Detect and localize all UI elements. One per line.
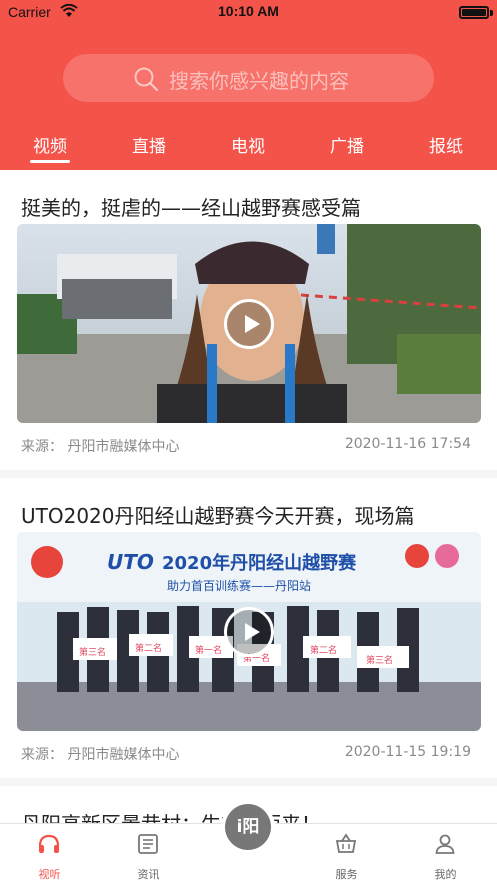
status-bar: Carrier 10:10 AM bbox=[0, 0, 497, 26]
video-date: 2020-11-15 19:19 bbox=[344, 744, 471, 760]
search-placeholder: 搜索你感兴趣的内容 bbox=[169, 69, 349, 93]
card-divider bbox=[0, 778, 497, 786]
placard-text: 第二名 bbox=[310, 644, 337, 656]
banner-brand: UTO bbox=[107, 550, 154, 574]
center-logo: i阳 bbox=[225, 804, 271, 850]
listen-icon bbox=[38, 834, 60, 853]
tabbar-item-news[interactable]: 资讯 bbox=[99, 824, 198, 883]
tabbar-label: 视听 bbox=[38, 868, 61, 881]
tabbar-item-mine[interactable]: 我的 bbox=[396, 824, 495, 883]
tabbar-item-listen[interactable]: 视听 bbox=[0, 824, 99, 883]
placard-text: 第三名 bbox=[79, 646, 106, 658]
search-icon bbox=[134, 67, 159, 92]
video-title[interactable]: 丹阳高新区景巷村：生态好而来！ bbox=[21, 808, 321, 823]
battery-tip bbox=[490, 10, 493, 16]
video-title[interactable]: 挺美的，挺虐的——经山越野赛感受篇 bbox=[21, 192, 361, 221]
placard-text: 第三名 bbox=[366, 654, 393, 666]
tab-newspaper[interactable]: 报纸 bbox=[406, 132, 486, 157]
tab-radio[interactable]: 广播 bbox=[307, 132, 387, 157]
basket-icon bbox=[335, 833, 357, 853]
tabbar-label: 资讯 bbox=[137, 868, 160, 881]
category-tabs: 视频 直播 电视 广播 报纸 bbox=[0, 126, 497, 166]
tabbar-label: 我的 bbox=[434, 868, 457, 881]
video-date: 2020-11-16 17:54 bbox=[344, 436, 471, 452]
tab-video[interactable]: 视频 bbox=[10, 132, 90, 157]
video-source: 来源： 丹阳市融媒体中心 bbox=[21, 439, 180, 455]
clock: 10:10 AM bbox=[218, 3, 279, 19]
tab-tv[interactable]: 电视 bbox=[208, 132, 288, 157]
news-icon bbox=[138, 834, 158, 854]
center-logo-button[interactable]: i阳 bbox=[221, 800, 275, 854]
person-icon bbox=[435, 834, 455, 854]
banner-headline: 2020年丹阳经山越野赛 bbox=[162, 552, 357, 574]
tab-live[interactable]: 直播 bbox=[109, 132, 189, 157]
video-source: 来源： 丹阳市融媒体中心 bbox=[21, 747, 180, 763]
placard-text: 第二名 bbox=[135, 642, 162, 654]
play-icon[interactable] bbox=[224, 299, 274, 349]
banner-subline: 助力首百训练赛——丹阳站 bbox=[167, 578, 311, 593]
video-thumbnail[interactable]: UTO 2020年丹阳经山越野赛 助力首百训练赛——丹阳站 第三名 第二名 第一… bbox=[17, 532, 481, 731]
battery-icon bbox=[459, 6, 489, 19]
video-thumbnail[interactable] bbox=[17, 224, 481, 423]
tabbar-item-service[interactable]: 服务 bbox=[297, 824, 396, 883]
active-tab-indicator bbox=[30, 160, 70, 163]
tabbar-label: 服务 bbox=[335, 868, 358, 881]
video-feed: 挺美的，挺虐的——经山越野赛感受篇 来源： 丹阳市融媒体中心 2020-11-1… bbox=[0, 170, 497, 823]
card-divider bbox=[0, 470, 497, 478]
video-title[interactable]: UTO2020丹阳经山越野赛今天开赛，现场篇 bbox=[21, 500, 415, 529]
placard-text: 第一名 bbox=[195, 644, 222, 656]
search-input[interactable]: 搜索你感兴趣的内容 bbox=[63, 54, 434, 102]
app-header: Carrier 10:10 AM 搜索你感兴趣的内容 视频 直播 电视 广播 报… bbox=[0, 0, 497, 170]
play-icon[interactable] bbox=[224, 607, 274, 657]
